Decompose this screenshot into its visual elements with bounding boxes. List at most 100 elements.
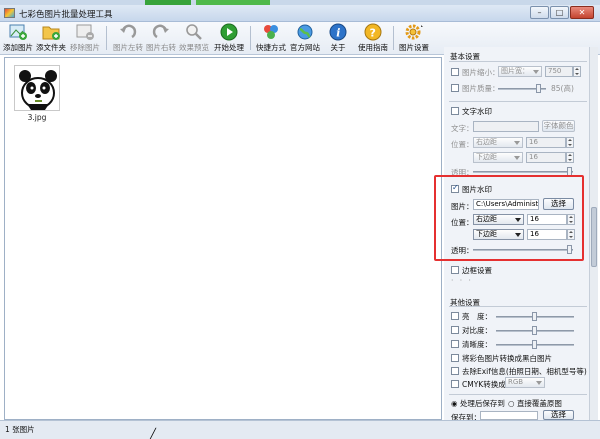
cmyk-checkbox[interactable]: [451, 380, 459, 388]
preview-label: 效果预览: [179, 43, 209, 52]
brightness-knob[interactable]: [532, 312, 537, 321]
remove-exif-checkbox[interactable]: [451, 367, 459, 375]
border-more-indicator: · · ·: [451, 276, 473, 285]
resize-mode-dropdown[interactable]: 图片宽：: [498, 66, 542, 77]
rotate-right-button[interactable]: 图片右转: [146, 23, 176, 54]
sharpness-checkbox[interactable]: [451, 340, 459, 348]
about-button[interactable]: i 关于: [325, 23, 351, 54]
text-opacity-slider[interactable]: [473, 167, 573, 176]
rotate-left-button[interactable]: 图片左转: [113, 23, 143, 54]
chevron-down-icon: [514, 141, 520, 145]
preview-button[interactable]: 效果预览: [179, 23, 209, 54]
text-pos-h-spinner[interactable]: [566, 137, 574, 148]
window-title: 七彩色图片批量处理工具: [19, 10, 113, 20]
file-list-pane[interactable]: 3.jpg: [4, 57, 442, 420]
svg-text:i: i: [336, 27, 340, 40]
contrast-knob[interactable]: [532, 326, 537, 335]
add-folder-button[interactable]: 添文件夹: [36, 23, 66, 54]
brightness-slider[interactable]: [496, 312, 574, 321]
remove-image-button[interactable]: 移除图片: [70, 23, 100, 54]
minimize-button[interactable]: –: [530, 6, 549, 19]
chevron-down-icon: [514, 156, 520, 160]
quality-value: 85(高): [551, 84, 574, 93]
text-pos-h-field[interactable]: 16: [526, 137, 566, 148]
settings-label: 图片设置: [399, 43, 429, 52]
cmyk-dropdown[interactable]: RGB: [505, 377, 545, 388]
overwrite-radio[interactable]: ○ 直接覆盖原图: [508, 398, 562, 409]
quality-slider[interactable]: [498, 84, 546, 93]
quality-slider-knob[interactable]: [536, 84, 541, 93]
start-button[interactable]: 开始处理: [213, 23, 245, 54]
rotate-left-label: 图片左转: [113, 43, 143, 52]
help-button[interactable]: ? 使用指南: [357, 23, 389, 54]
close-button[interactable]: ✕: [570, 6, 594, 19]
save-to-label: 处理后保存到: [459, 399, 505, 408]
gear-icon: [404, 23, 424, 41]
folder-add-icon: [41, 23, 61, 41]
brightness-checkbox[interactable]: [451, 312, 459, 320]
window-controls: – □ ✕: [530, 6, 594, 19]
resize-mode-value: 图片宽：: [501, 67, 529, 75]
text-watermark-checkbox[interactable]: [451, 107, 459, 115]
website-button[interactable]: 官方网站: [290, 23, 320, 54]
text-pos-v-spinner[interactable]: [566, 152, 574, 163]
cmyk-value: RGB: [508, 378, 524, 386]
sharpness-knob[interactable]: [532, 340, 537, 349]
info-icon: i: [328, 23, 348, 41]
group-divider: [449, 306, 587, 307]
mouse-cursor-icon: ╱: [150, 429, 157, 439]
rotate-right-label: 图片右转: [146, 43, 176, 52]
resize-checkbox[interactable]: [451, 68, 459, 76]
text-position-label: 位置：: [451, 140, 474, 149]
contrast-slider[interactable]: [496, 326, 574, 335]
maximize-button[interactable]: □: [550, 6, 569, 19]
settings-scrollbar[interactable]: [589, 47, 598, 420]
remove-image-icon: [75, 23, 95, 41]
help-label: 使用指南: [358, 43, 388, 52]
remove-exif-label: 去除Exif信息(拍照日期、相机型号等): [462, 367, 587, 376]
quality-label: 图片质量：: [462, 84, 500, 93]
contrast-checkbox[interactable]: [451, 326, 459, 334]
add-image-button[interactable]: 添加图片: [3, 23, 33, 54]
grayscale-label: 将彩色图片转换成黑白图片: [462, 354, 552, 363]
file-name: 3.jpg: [27, 113, 47, 122]
text-watermark-header: 文字水印: [462, 107, 492, 116]
resize-value-field[interactable]: 750: [545, 66, 573, 77]
rotate-right-icon: [151, 23, 171, 41]
shortcut-label: 快捷方式: [256, 43, 286, 52]
resize-spinner[interactable]: [573, 66, 581, 77]
overwrite-label: 直接覆盖原图: [516, 399, 562, 408]
text-pos-v-dropdown[interactable]: 下边距: [473, 152, 523, 163]
font-color-button[interactable]: 字体颜色: [542, 120, 575, 132]
start-label: 开始处理: [214, 43, 244, 52]
watermark-text-field[interactable]: [473, 121, 539, 132]
file-thumbnail[interactable]: 3.jpg: [13, 65, 61, 123]
border-checkbox[interactable]: [451, 266, 459, 274]
text-pos-h-dropdown[interactable]: 右边距: [473, 137, 523, 148]
magnifier-icon: [184, 23, 204, 41]
shortcut-button[interactable]: 快捷方式: [256, 23, 286, 54]
toolbar-separator: [106, 26, 107, 50]
settings-button[interactable]: 图片设置: [398, 23, 430, 54]
save-to-radio[interactable]: ◉ 处理后保存到: [451, 398, 505, 409]
status-text: 1 张图片: [5, 425, 35, 434]
remove-image-label: 移除图片: [70, 43, 100, 52]
toolbar-separator: [250, 26, 251, 50]
add-folder-label: 添文件夹: [36, 43, 66, 52]
text-pos-v-field[interactable]: 16: [526, 152, 566, 163]
choose-save-path-button[interactable]: 选择: [543, 410, 574, 420]
svg-text:?: ?: [370, 27, 376, 40]
add-image-icon: [8, 23, 28, 41]
sharpness-slider[interactable]: [496, 340, 574, 349]
panda-thumbnail-image: [14, 65, 60, 111]
scrollbar-thumb[interactable]: [591, 207, 597, 267]
text-pos-v-value: 下边距: [476, 153, 497, 161]
grayscale-checkbox[interactable]: [451, 354, 459, 362]
website-label: 官方网站: [290, 43, 320, 52]
group-divider: [449, 394, 587, 395]
title-bar: 七彩色图片批量处理工具 – □ ✕: [0, 5, 600, 22]
quality-checkbox[interactable]: [451, 84, 459, 92]
rotate-left-icon: [118, 23, 138, 41]
text-pos-h-value: 右边距: [476, 138, 497, 146]
save-path-field[interactable]: [480, 411, 538, 420]
